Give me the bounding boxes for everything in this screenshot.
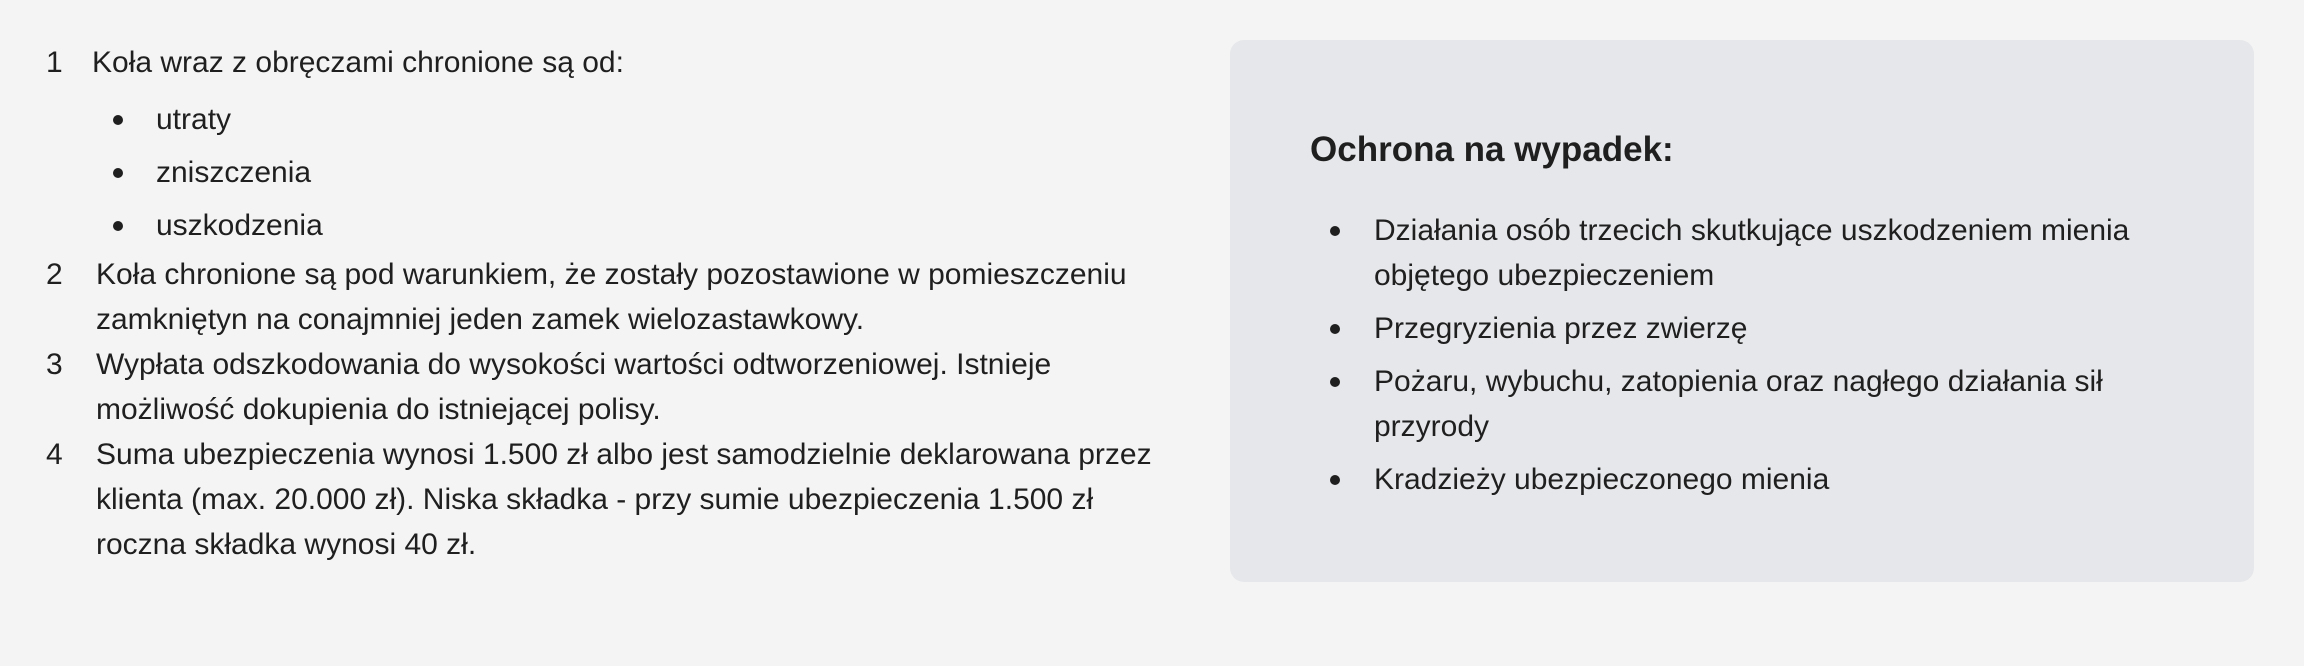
item-number: 4 — [46, 438, 63, 471]
sub-list-item: uszkodzenia — [46, 199, 1156, 252]
item-text: Koła wraz z obręczami chronione są od: — [92, 46, 624, 79]
protection-item-text: Kradzieży ubezpieczonego mienia — [1374, 463, 1830, 496]
protection-item-text: Przegryzienia przez zwierzę — [1374, 312, 1748, 345]
protection-list: Działania osób trzecich skutkujące uszko… — [1310, 208, 2210, 510]
sub-bullet-list: utraty zniszczenia uszkodzenia — [46, 93, 1156, 252]
item-number: 2 — [46, 258, 63, 291]
bullet-icon — [46, 146, 156, 199]
item-number: 1 — [46, 46, 63, 79]
bullet-icon — [46, 199, 156, 252]
sub-list-item: utraty — [46, 93, 1156, 146]
bullet-icon — [1310, 306, 1374, 351]
protection-item: Kradzieży ubezpieczonego mienia — [1310, 457, 2210, 502]
item-text: Suma ubezpieczenia wynosi 1.500 zł albo … — [96, 438, 1152, 561]
protection-item-text: Działania osób trzecich skutkujące uszko… — [1374, 214, 2130, 292]
sub-item-text: utraty — [156, 103, 232, 136]
card-title: Ochrona na wypadek: — [1310, 130, 1674, 169]
protection-item: Pożaru, wybuchu, zatopienia oraz nagłego… — [1310, 359, 2210, 449]
sub-item-text: uszkodzenia — [156, 209, 323, 242]
protection-card: Ochrona na wypadek: Działania osób trzec… — [1230, 40, 2254, 582]
bullet-icon — [1310, 359, 1374, 449]
protection-item-text: Pożaru, wybuchu, zatopienia oraz nagłego… — [1374, 365, 2103, 443]
numbered-list: 1 Koła wraz z obręczami chronione są od:… — [46, 40, 1156, 567]
item-text: Wypłata odszkodowania do wysokości warto… — [96, 348, 1052, 426]
bullet-icon — [1310, 457, 1374, 502]
protection-item: Przegryzienia przez zwierzę — [1310, 306, 2210, 351]
list-item-2: 2 Koła chronione są pod warunkiem, że zo… — [46, 252, 1156, 342]
protection-item: Działania osób trzecich skutkujące uszko… — [1310, 208, 2210, 298]
list-item-1: 1 Koła wraz z obręczami chronione są od: — [46, 40, 1156, 85]
item-text: Koła chronione są pod warunkiem, że zost… — [96, 258, 1127, 336]
list-item-4: 4 Suma ubezpieczenia wynosi 1.500 zł alb… — [46, 432, 1156, 567]
sub-item-text: zniszczenia — [156, 156, 312, 189]
sub-list-item: zniszczenia — [46, 146, 1156, 199]
bullet-icon — [1310, 208, 1374, 298]
bullet-icon — [46, 93, 156, 146]
list-item-3: 3 Wypłata odszkodowania do wysokości war… — [46, 342, 1156, 432]
item-number: 3 — [46, 348, 63, 381]
